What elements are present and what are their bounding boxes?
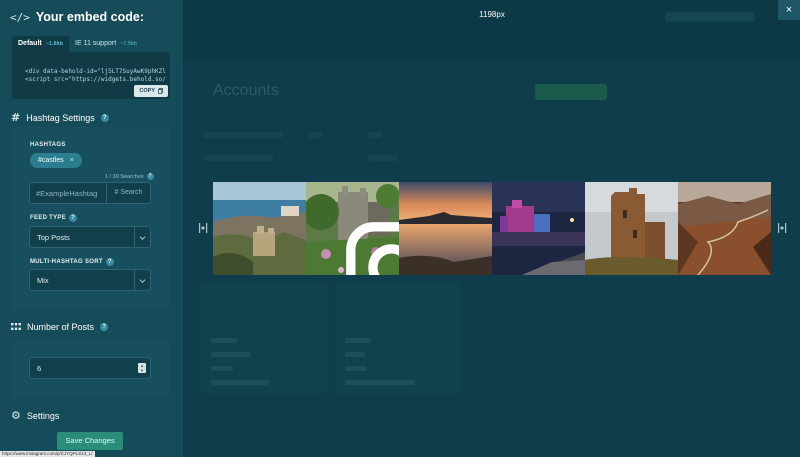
embed-code-tabs: Default ~1.8kb IE 11 support ~7.5kb xyxy=(12,36,143,52)
multi-hashtag-sort-label: MULTI-HASHTAG SORT ? xyxy=(30,258,114,266)
feed-post-tile[interactable] xyxy=(213,182,306,275)
tab-default[interactable]: Default ~1.8kb xyxy=(12,36,70,52)
hashtags-label: HASHTAGS xyxy=(30,142,66,148)
embed-code-box[interactable]: <div data-behold-id="lj5LT7SuyAwK9phKZl … xyxy=(12,52,170,99)
sunset-reflection-photo-icon xyxy=(399,182,492,275)
close-preview-button[interactable]: × xyxy=(778,0,800,20)
grid-icon xyxy=(11,323,21,330)
chevron-down-icon[interactable] xyxy=(134,270,150,290)
feed-type-label: FEED TYPE ? xyxy=(30,214,78,222)
mountain-valley-road-photo-icon xyxy=(678,182,771,275)
feed-post-tile[interactable] xyxy=(306,182,399,275)
coastal-castle-photo-icon xyxy=(213,182,306,275)
tab-ie11-support[interactable]: IE 11 support ~7.5kb xyxy=(69,36,143,52)
settings-header[interactable]: ⚙ Settings xyxy=(11,409,59,422)
save-changes-button[interactable]: Save Changes xyxy=(57,432,123,450)
number-of-posts-value: 6 xyxy=(37,364,42,373)
feed-type-select[interactable]: Top Posts xyxy=(29,226,151,248)
embed-code-title: Your embed code: xyxy=(35,10,144,24)
hashtag-search-input[interactable] xyxy=(30,183,105,203)
code-line: <script src="https://widgets.behold.so/ xyxy=(25,76,166,83)
background-header xyxy=(183,0,800,60)
copy-button[interactable]: COPY xyxy=(134,85,168,97)
tab-default-size: ~1.8kb xyxy=(45,41,64,47)
help-icon[interactable]: ? xyxy=(105,258,114,266)
chevron-down-icon[interactable] xyxy=(134,227,150,247)
tab-ie11-size: ~7.5kb xyxy=(120,41,137,47)
copy-icon xyxy=(158,88,163,94)
background-row xyxy=(368,132,382,138)
hashtag-search-field: # Search xyxy=(29,182,151,204)
multi-hashtag-sort-label-text: MULTI-HASHTAG SORT xyxy=(30,259,103,265)
resize-handle-right-icon[interactable] xyxy=(776,221,788,235)
help-icon[interactable]: ? xyxy=(146,173,154,180)
help-icon[interactable]: ? xyxy=(100,323,109,331)
gear-icon: ⚙ xyxy=(11,409,21,422)
feed-post-tile[interactable] xyxy=(585,182,678,275)
hashtag-chip-label: #castles xyxy=(38,157,64,164)
hashtags-label-text: HASHTAGS xyxy=(30,142,66,148)
instagram-icon xyxy=(346,222,399,275)
background-row xyxy=(368,155,398,161)
number-stepper-icon[interactable]: ▲ ▼ xyxy=(138,363,146,373)
embed-settings-panel: </> Your embed code: Default ~1.8kb IE 11… xyxy=(0,0,183,457)
search-button[interactable]: # Search xyxy=(106,183,150,203)
number-of-posts-title: Number of Posts xyxy=(27,322,95,332)
hashtag-settings-header: # Hashtag Settings ? xyxy=(11,111,109,124)
help-icon[interactable]: ? xyxy=(69,214,78,222)
ruined-tower-photo-icon xyxy=(585,182,678,275)
number-of-posts-input[interactable]: 6 ▲ ▼ xyxy=(29,357,151,379)
background-accounts-title: Accounts xyxy=(213,82,279,99)
search-counter: 1 / 30 Searches ? xyxy=(105,173,154,180)
feed-type-value: Top Posts xyxy=(37,233,70,242)
browser-status-url: https://www.instagram.com/p/CJYQPLS13_L/ xyxy=(0,451,95,457)
copy-label: COPY xyxy=(139,88,155,94)
tab-default-label: Default xyxy=(18,40,42,47)
background-row xyxy=(308,132,322,138)
multi-hashtag-sort-value: Mix xyxy=(37,276,49,285)
background-button xyxy=(535,84,607,100)
background-header-item xyxy=(665,12,755,22)
hash-icon: # xyxy=(11,111,21,124)
background-row xyxy=(203,132,283,138)
feed-post-tile[interactable] xyxy=(399,182,492,275)
code-line: <div data-behold-id="lj5LT7SuyAwK9phKZl xyxy=(25,68,166,75)
hashtag-settings-title: Hashtag Settings xyxy=(26,112,95,123)
settings-title: Settings xyxy=(26,410,60,421)
number-of-posts-header: Number of Posts ? xyxy=(11,322,109,332)
background-row xyxy=(203,155,273,161)
feed-type-label-text: FEED TYPE xyxy=(30,215,67,221)
help-icon[interactable]: ? xyxy=(100,113,109,122)
hashtag-chip[interactable]: #castles × xyxy=(30,153,82,168)
preview-width-label: 1198px xyxy=(479,10,505,19)
search-counter-text: 1 / 30 Searches xyxy=(105,173,144,180)
code-icon: </> xyxy=(10,10,30,24)
background-card xyxy=(335,282,461,394)
illuminated-castle-night-photo-icon xyxy=(492,182,585,275)
resize-handle-left-icon[interactable] xyxy=(197,221,209,235)
multi-hashtag-sort-select[interactable]: Mix xyxy=(29,269,151,291)
embed-code-header: </> Your embed code: xyxy=(10,10,144,24)
remove-chip-icon[interactable]: × xyxy=(70,153,74,168)
background-card xyxy=(201,282,327,394)
feed-post-tile[interactable] xyxy=(678,182,771,275)
feed-post-tile[interactable] xyxy=(492,182,585,275)
tab-ie11-label: IE 11 support xyxy=(75,40,117,47)
instagram-feed-gallery xyxy=(213,182,771,275)
